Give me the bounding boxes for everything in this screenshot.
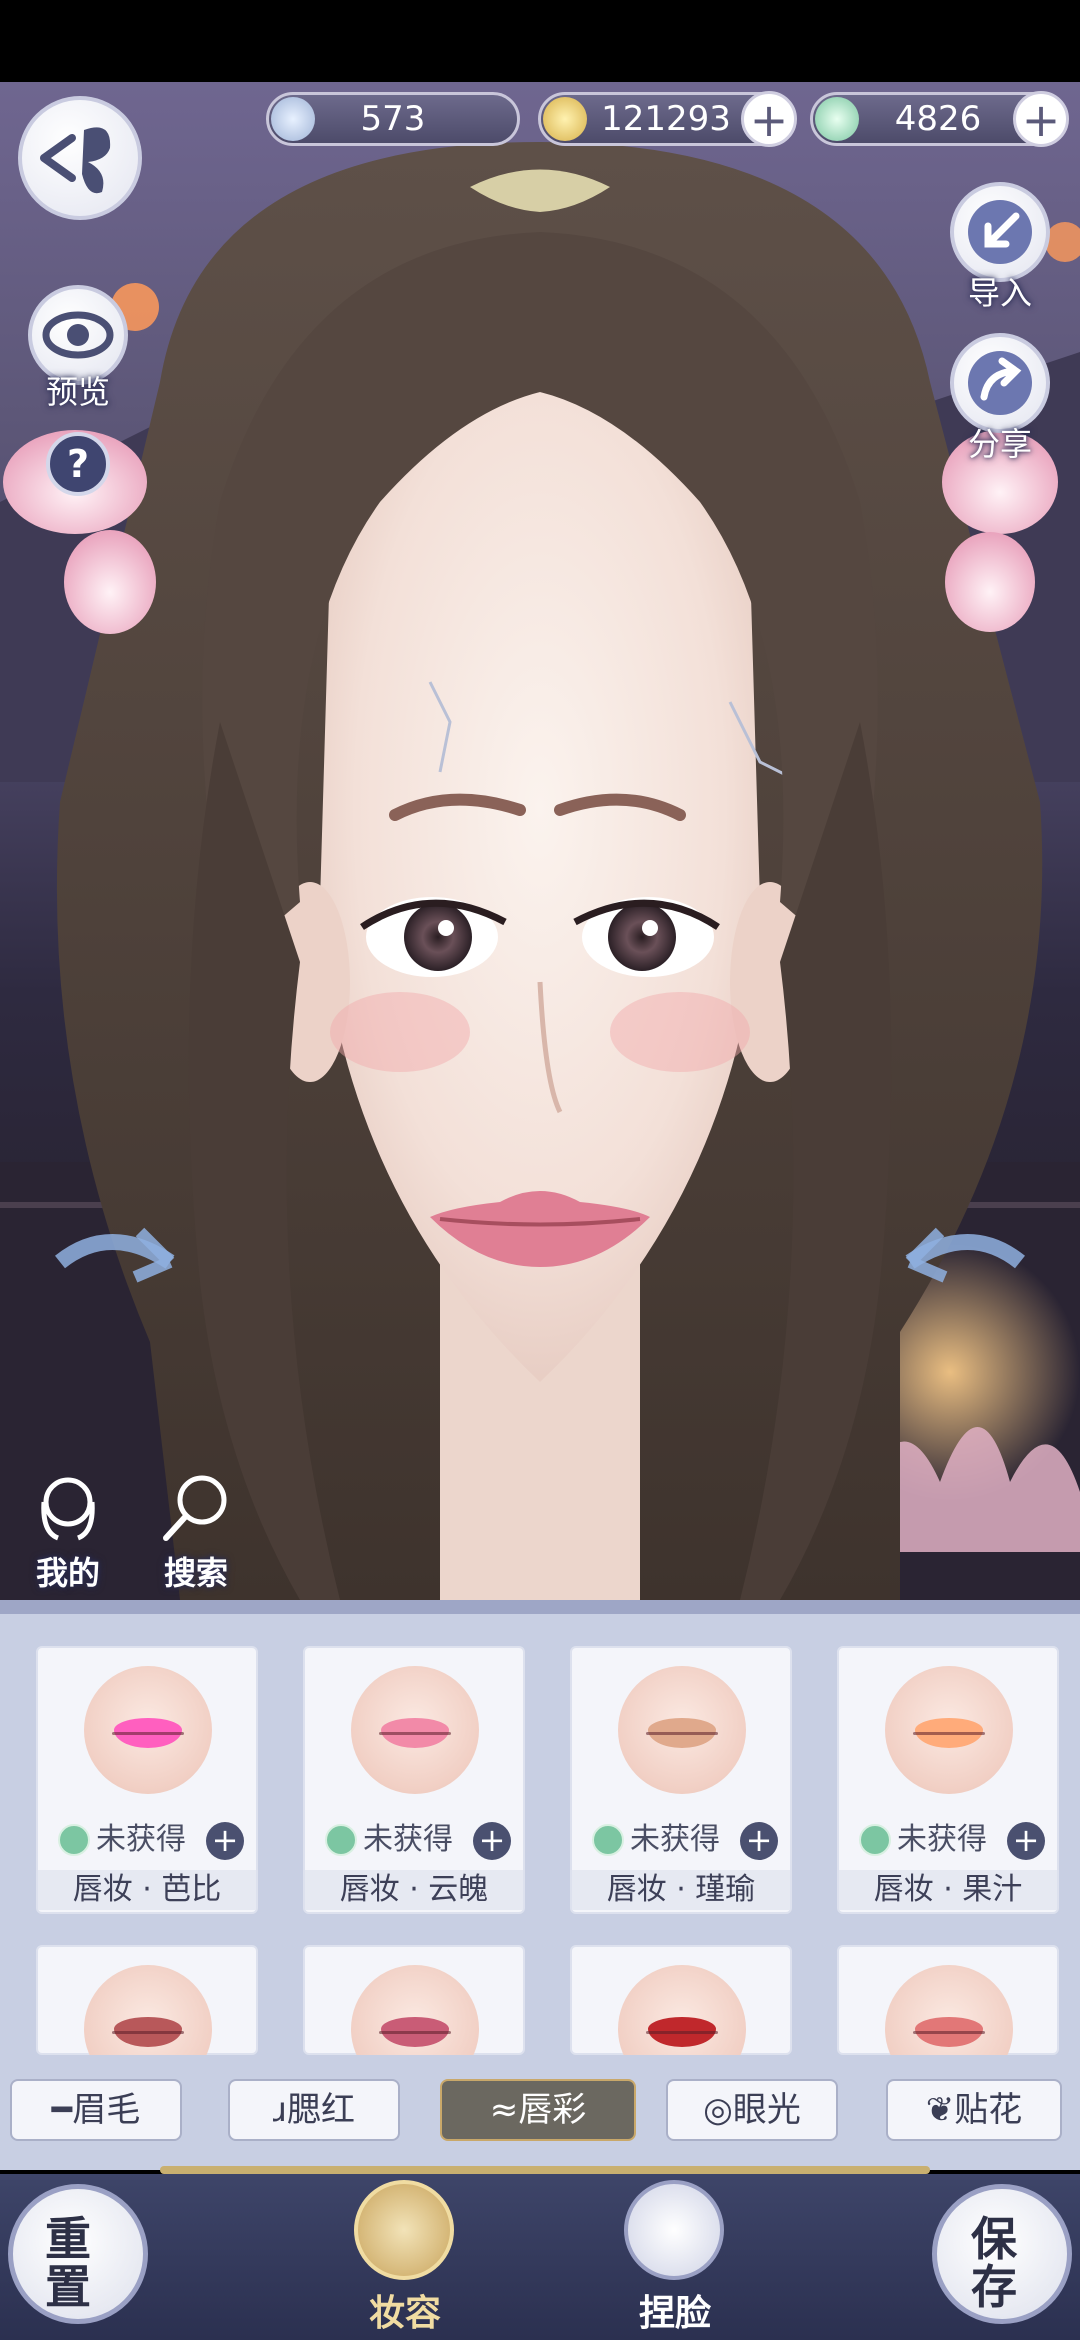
tab-lip-color[interactable]: ≈唇彩 bbox=[440, 2079, 636, 2141]
mine-button[interactable]: 我的 bbox=[22, 1472, 114, 1592]
bottom-nav: 重置 妆容 捏脸 保存 bbox=[0, 2174, 1080, 2340]
silver-feather-icon bbox=[271, 97, 315, 141]
item-name: 唇妆 · 云魄 bbox=[305, 1870, 523, 1910]
tab-decal[interactable]: ❦贴花 bbox=[886, 2079, 1062, 2141]
help-icon: ? bbox=[66, 442, 90, 486]
lip-item-card[interactable] bbox=[570, 1945, 792, 2093]
tab-blush[interactable]: ɹ腮红 bbox=[228, 2079, 400, 2141]
mine-label: 我的 bbox=[35, 1554, 100, 1592]
eye-light-icon: ◎ bbox=[703, 2090, 733, 2130]
gold-coin-icon bbox=[543, 97, 587, 141]
face-nav-button[interactable]: 捏脸 bbox=[620, 2174, 730, 2340]
acquire-plus-button[interactable]: + bbox=[206, 1822, 244, 1860]
search-label: 搜索 bbox=[163, 1554, 228, 1592]
lip-preview bbox=[351, 1666, 479, 1794]
silver-currency: 573 bbox=[266, 92, 520, 146]
lip-preview bbox=[618, 1666, 746, 1794]
item-name: 唇妆 · 瑾瑜 bbox=[572, 1870, 790, 1910]
lip-line bbox=[646, 1732, 718, 1735]
preview-label: 预览 bbox=[45, 373, 110, 411]
lip-preview bbox=[84, 1666, 212, 1794]
woman-avatar-icon bbox=[41, 1477, 95, 1541]
lip-line bbox=[913, 1732, 985, 1735]
search-button[interactable]: 搜索 bbox=[150, 1472, 242, 1592]
import-label: 导入 bbox=[967, 274, 1032, 312]
item-name: 唇妆 · 果汁 bbox=[839, 1870, 1057, 1910]
gold-currency: 121293 + bbox=[538, 91, 797, 147]
jade-currency: 4826 + bbox=[810, 91, 1069, 147]
tab-eye-light[interactable]: ◎眼光 bbox=[666, 2079, 838, 2141]
eyebrow-icon: ━ bbox=[51, 2090, 73, 2130]
reset-button[interactable]: 重置 bbox=[8, 2184, 148, 2324]
jade-token-icon bbox=[325, 1824, 357, 1856]
lip-item-card[interactable]: 未获得 + 唇妆 · 果汁 bbox=[837, 1646, 1059, 1914]
butterfly-back-icon bbox=[40, 127, 111, 194]
status-text: 未获得 bbox=[630, 1822, 720, 1857]
add-jade-button[interactable]: + bbox=[1013, 91, 1069, 147]
makeup-lady-icon bbox=[354, 2180, 454, 2280]
search-icon bbox=[163, 1475, 227, 1541]
status-text: 未获得 bbox=[897, 1822, 987, 1857]
jade-token-icon bbox=[58, 1824, 90, 1856]
status-text: 未获得 bbox=[363, 1822, 453, 1857]
decal-leaf-icon: ❦ bbox=[925, 2090, 955, 2130]
jade-token-icon bbox=[859, 1824, 891, 1856]
face-lady-icon bbox=[624, 2180, 724, 2280]
lip-line bbox=[112, 1732, 184, 1735]
panel-top-border bbox=[0, 1600, 1080, 1614]
share-icon bbox=[968, 351, 1032, 415]
save-button[interactable]: 保存 bbox=[932, 2184, 1072, 2324]
back-button[interactable] bbox=[18, 96, 142, 220]
share-label: 分享 bbox=[967, 425, 1032, 463]
lip-line bbox=[379, 1732, 451, 1735]
makeup-nav-button[interactable]: 妆容 bbox=[350, 2174, 460, 2340]
lip-item-card[interactable] bbox=[837, 1945, 1059, 2093]
acquire-plus-button[interactable]: + bbox=[1007, 1822, 1045, 1860]
lip-line bbox=[112, 2031, 184, 2034]
unlock-status: 未获得 + bbox=[52, 1820, 248, 1860]
tab-scroll-indicator bbox=[160, 2166, 930, 2174]
jade-token-icon bbox=[592, 1824, 624, 1856]
status-bar bbox=[0, 0, 1080, 82]
lip-line bbox=[913, 2031, 985, 2034]
unlock-status: 未获得 + bbox=[586, 1820, 782, 1860]
item-name: 唇妆 · 芭比 bbox=[38, 1870, 256, 1910]
character-render bbox=[0, 142, 1080, 1600]
status-text: 未获得 bbox=[96, 1822, 186, 1857]
tab-eyebrow[interactable]: ━眉毛 bbox=[10, 2079, 182, 2141]
import-icon bbox=[968, 200, 1032, 264]
lip-item-card[interactable] bbox=[36, 1945, 258, 2093]
add-gold-button[interactable]: + bbox=[741, 91, 797, 147]
unlock-status: 未获得 + bbox=[319, 1820, 515, 1860]
lip-item-card[interactable]: 未获得 + 唇妆 · 芭比 bbox=[36, 1646, 258, 1914]
unlock-status: 未获得 + bbox=[853, 1820, 1049, 1860]
acquire-plus-button[interactable]: + bbox=[740, 1822, 778, 1860]
share-button[interactable] bbox=[950, 333, 1050, 433]
makeup-category-tabs: ━眉毛 ɹ腮红 ≈唇彩 ◎眼光 ❦贴花 bbox=[0, 2055, 1080, 2170]
lip-item-card[interactable]: 未获得 + 唇妆 · 云魄 bbox=[303, 1646, 525, 1914]
lip-item-card[interactable]: 未获得 + 唇妆 · 瑾瑜 bbox=[570, 1646, 792, 1914]
lip-line bbox=[379, 2031, 451, 2034]
lip-item-card[interactable] bbox=[303, 1945, 525, 2093]
jade-token-icon bbox=[815, 97, 859, 141]
acquire-plus-button[interactable]: + bbox=[473, 1822, 511, 1860]
character-viewport[interactable] bbox=[0, 82, 1080, 1600]
lip-preview bbox=[885, 1666, 1013, 1794]
lip-item-grid: 未获得 + 唇妆 · 芭比 未获得 + 唇妆 · 云魄 未获得 + 唇妆 · 瑾瑜 未获得 + 唇妆 … bbox=[0, 1600, 1080, 2093]
blush-icon: ɹ bbox=[272, 2090, 288, 2130]
help-button[interactable]: ? bbox=[46, 432, 110, 496]
import-button[interactable] bbox=[950, 182, 1050, 282]
lip-line bbox=[646, 2031, 718, 2034]
lip-icon: ≈ bbox=[489, 2090, 519, 2130]
